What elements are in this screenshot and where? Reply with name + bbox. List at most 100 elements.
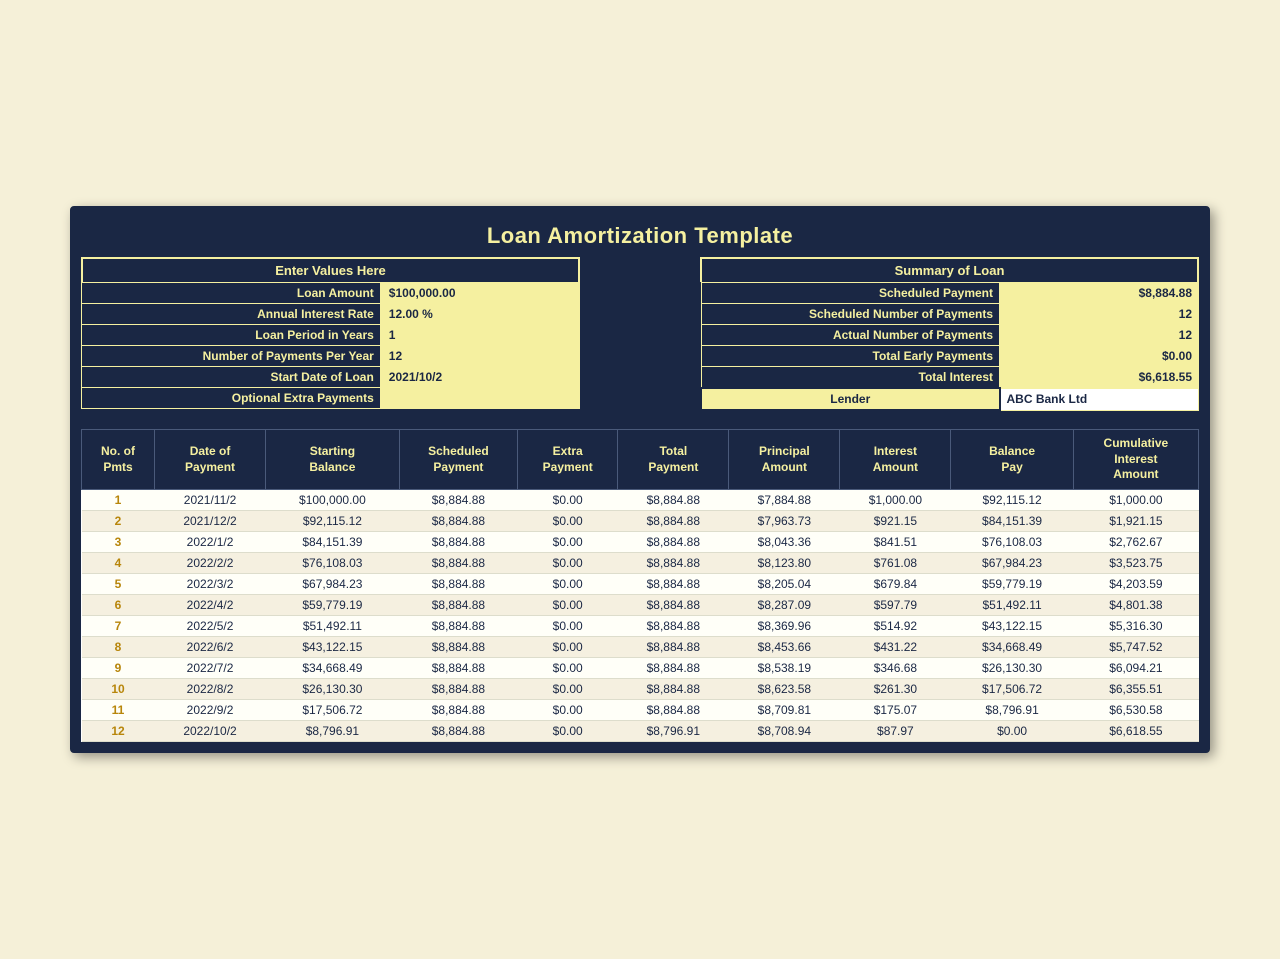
total-early-payments-value: $0.00: [1000, 346, 1199, 367]
input-row-extra-payments: Optional Extra Payments: [82, 388, 580, 409]
table-cell: $8,884.88: [618, 552, 729, 573]
table-cell: $43,122.15: [266, 636, 400, 657]
actual-num-payments-label: Actual Number of Payments: [701, 325, 1000, 346]
table-row: 12021/11/2$100,000.00$8,884.88$0.00$8,88…: [82, 489, 1199, 510]
table-cell: $17,506.72: [266, 699, 400, 720]
summary-row-actual-num-payments: Actual Number of Payments 12: [701, 325, 1199, 346]
table-cell: $8,796.91: [618, 720, 729, 741]
middle-spacer: [580, 257, 700, 411]
loan-period-label: Loan Period in Years: [82, 325, 381, 346]
table-cell: $0.00: [518, 657, 618, 678]
table-cell: $76,108.03: [266, 552, 400, 573]
table-cell: $1,000.00: [1073, 489, 1198, 510]
table-cell: $7,884.88: [729, 489, 840, 510]
separator: [77, 419, 1203, 429]
table-cell: $0.00: [518, 636, 618, 657]
table-cell: $0.00: [518, 678, 618, 699]
col-header-extra-payment: ExtraPayment: [518, 430, 618, 490]
table-row: 72022/5/2$51,492.11$8,884.88$0.00$8,884.…: [82, 615, 1199, 636]
summary-row-total-early-payments: Total Early Payments $0.00: [701, 346, 1199, 367]
table-cell: 7: [82, 615, 155, 636]
table-cell: $8,884.88: [399, 657, 517, 678]
table-cell: 6: [82, 594, 155, 615]
table-cell: 2021/12/2: [155, 510, 266, 531]
table-cell: $0.00: [518, 489, 618, 510]
input-row-start-date: Start Date of Loan 2021/10/2: [82, 367, 580, 388]
col-header-interest-amount: InterestAmount: [840, 430, 951, 490]
table-cell: $3,523.75: [1073, 552, 1198, 573]
table-cell: $59,779.19: [951, 573, 1073, 594]
table-cell: $0.00: [951, 720, 1073, 741]
table-cell: $8,884.88: [618, 657, 729, 678]
table-cell: $8,884.88: [618, 636, 729, 657]
lender-value[interactable]: ABC Bank Ltd: [1000, 388, 1199, 410]
col-header-date-of-payment: Date ofPayment: [155, 430, 266, 490]
input-table: Loan Amount $100,000.00 Annual Interest …: [81, 282, 580, 409]
table-cell: $0.00: [518, 552, 618, 573]
table-cell: $5,316.30: [1073, 615, 1198, 636]
table-cell: $92,115.12: [951, 489, 1073, 510]
table-cell: $0.00: [518, 699, 618, 720]
table-cell: $8,884.88: [399, 699, 517, 720]
table-cell: $67,984.23: [266, 573, 400, 594]
table-cell: $6,618.55: [1073, 720, 1198, 741]
table-cell: $8,884.88: [618, 594, 729, 615]
input-section: Enter Values Here Loan Amount $100,000.0…: [81, 257, 580, 411]
table-cell: 2022/1/2: [155, 531, 266, 552]
table-cell: 11: [82, 699, 155, 720]
table-cell: $92,115.12: [266, 510, 400, 531]
scheduled-payment-value: $8,884.88: [1000, 283, 1199, 304]
table-cell: $8,043.36: [729, 531, 840, 552]
table-cell: $8,796.91: [266, 720, 400, 741]
table-cell: $34,668.49: [951, 636, 1073, 657]
table-cell: $175.07: [840, 699, 951, 720]
table-cell: $8,884.88: [399, 720, 517, 741]
table-row: 42022/2/2$76,108.03$8,884.88$0.00$8,884.…: [82, 552, 1199, 573]
table-cell: $51,492.11: [951, 594, 1073, 615]
main-container: Loan Amortization Template Enter Values …: [70, 206, 1210, 753]
table-cell: 5: [82, 573, 155, 594]
table-cell: $8,796.91: [951, 699, 1073, 720]
table-cell: $841.51: [840, 531, 951, 552]
table-cell: $0.00: [518, 573, 618, 594]
amortization-table: No. ofPmts Date ofPayment StartingBalanc…: [81, 429, 1199, 742]
table-cell: $8,884.88: [399, 573, 517, 594]
table-row: 122022/10/2$8,796.91$8,884.88$0.00$8,796…: [82, 720, 1199, 741]
lender-row: Lender ABC Bank Ltd: [701, 388, 1199, 410]
summary-table: Scheduled Payment $8,884.88 Scheduled Nu…: [700, 282, 1199, 411]
table-cell: $0.00: [518, 531, 618, 552]
loan-period-value[interactable]: 1: [380, 325, 579, 346]
table-row: 112022/9/2$17,506.72$8,884.88$0.00$8,884…: [82, 699, 1199, 720]
summary-section-header: Summary of Loan: [700, 257, 1199, 282]
table-cell: $4,801.38: [1073, 594, 1198, 615]
extra-payments-value[interactable]: [380, 388, 579, 409]
start-date-value[interactable]: 2021/10/2: [380, 367, 579, 388]
col-header-starting-balance: StartingBalance: [266, 430, 400, 490]
table-row: 22021/12/2$92,115.12$8,884.88$0.00$8,884…: [82, 510, 1199, 531]
lender-label: Lender: [701, 388, 1000, 410]
scheduled-num-payments-label: Scheduled Number of Payments: [701, 304, 1000, 325]
input-row-loan-period: Loan Period in Years 1: [82, 325, 580, 346]
data-section: No. ofPmts Date ofPayment StartingBalanc…: [81, 429, 1199, 742]
scheduled-payment-label: Scheduled Payment: [701, 283, 1000, 304]
table-cell: $43,122.15: [951, 615, 1073, 636]
table-cell: $84,151.39: [266, 531, 400, 552]
table-cell: $0.00: [518, 720, 618, 741]
summary-row-scheduled-payment: Scheduled Payment $8,884.88: [701, 283, 1199, 304]
table-cell: 2022/5/2: [155, 615, 266, 636]
table-cell: $8,884.88: [618, 573, 729, 594]
table-cell: $34,668.49: [266, 657, 400, 678]
interest-rate-value[interactable]: 12.00 %: [380, 304, 579, 325]
table-cell: 2022/8/2: [155, 678, 266, 699]
table-cell: $6,355.51: [1073, 678, 1198, 699]
table-cell: 10: [82, 678, 155, 699]
table-cell: 2021/11/2: [155, 489, 266, 510]
table-cell: 12: [82, 720, 155, 741]
table-cell: 2022/4/2: [155, 594, 266, 615]
table-cell: $0.00: [518, 594, 618, 615]
table-cell: 2: [82, 510, 155, 531]
loan-amount-value[interactable]: $100,000.00: [380, 283, 579, 304]
payments-per-year-value[interactable]: 12: [380, 346, 579, 367]
col-header-principal-amount: PrincipalAmount: [729, 430, 840, 490]
table-cell: $8,123.80: [729, 552, 840, 573]
